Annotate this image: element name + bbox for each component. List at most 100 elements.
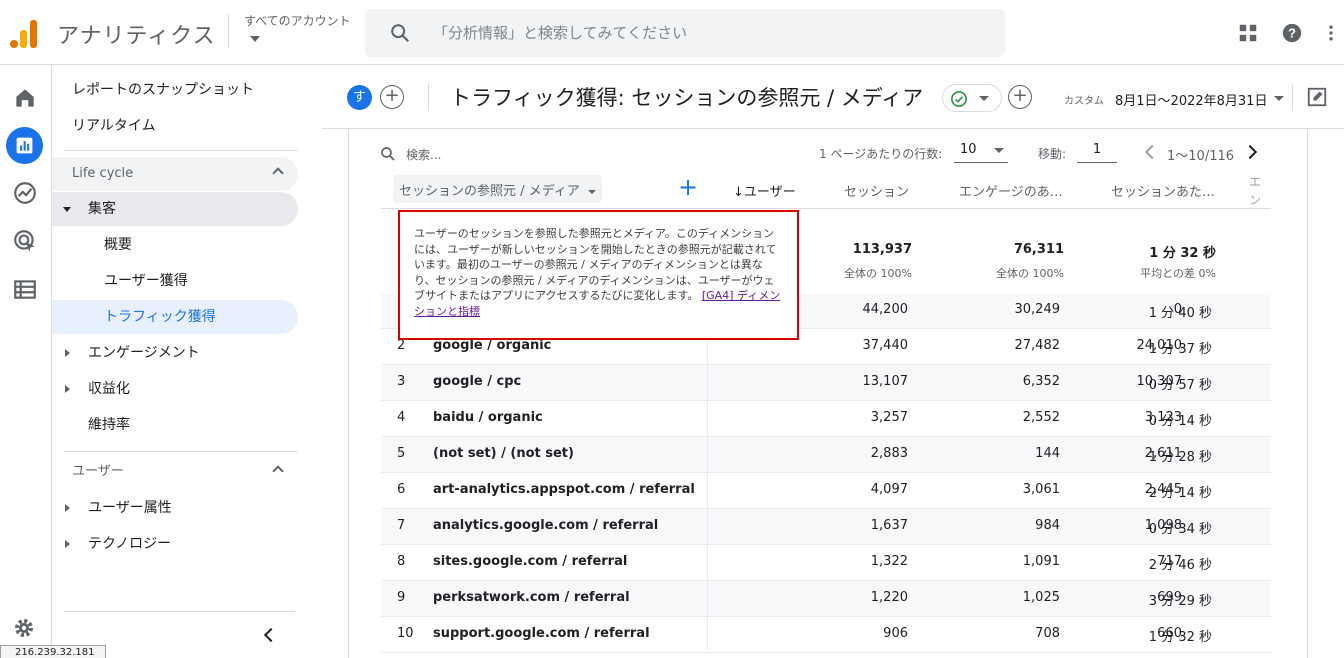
advertising-icon[interactable] (12, 228, 38, 254)
row-avg: 1 分 37 秒 (1148, 342, 1212, 357)
svg-text:?: ? (1288, 26, 1296, 41)
chevron-down-icon (994, 148, 1004, 153)
row-avg: 1 分 28 秒 (1148, 450, 1212, 465)
row-source[interactable]: google / cpc (433, 374, 521, 389)
row-avg: 1 分 40 秒 (1148, 306, 1212, 321)
table-row[interactable]: 7 analytics.google.com / referral 1,098 1,6… (381, 509, 1271, 545)
nav-item-retention[interactable]: 維持率 (52, 408, 298, 442)
date-range-picker[interactable]: 8月1日～2022年8月31日 (1115, 90, 1267, 109)
nav-item-label: 維持率 (88, 417, 130, 433)
nav-item-user-acquisition[interactable]: ユーザー獲得 (52, 264, 298, 298)
table-row[interactable]: 3 google / cpc 10,307 13,107 6,352 0 分 57 秒 (381, 365, 1271, 401)
next-page-icon[interactable] (1242, 144, 1258, 160)
row-engaged: 984 (1035, 518, 1060, 533)
add-comparison-icon[interactable]: + (380, 85, 404, 109)
table-row[interactable]: 8 sites.google.com / referral 717 1,322 1,09… (381, 545, 1271, 581)
row-sessions: 3,257 (870, 410, 908, 425)
table-row[interactable]: 5 (not set) / (not set) 2,611 2,883 144 1 分 2… (381, 437, 1271, 473)
row-source[interactable]: (not set) / (not set) (433, 446, 574, 461)
row-index: 4 (397, 410, 406, 425)
dimension-selector[interactable]: セッションの参照元 / メディア (393, 175, 602, 203)
nav-item-monetization[interactable]: 収益化 (52, 372, 298, 406)
col-engaged-sessions[interactable]: エンゲージのあ… (959, 181, 1063, 200)
row-source[interactable]: google / organic (433, 338, 551, 353)
row-source[interactable]: sites.google.com / referral (433, 554, 627, 569)
row-avg: 0 分 14 秒 (1148, 414, 1212, 429)
data-table-card: 検索... 1 ページあたりの行数: 10 移動: 1 1～10/116 セッシ… (348, 129, 1308, 658)
row-source[interactable]: support.google.com / referral (433, 626, 650, 641)
reports-nav-active[interactable] (6, 127, 43, 164)
nav-item-label: 概要 (104, 237, 132, 253)
comparison-avatar[interactable]: す (347, 85, 372, 110)
row-engaged: 1,025 (1022, 590, 1060, 605)
rows-per-page-select[interactable]: 10 (954, 139, 1008, 163)
divider (428, 83, 429, 111)
apps-grid-icon[interactable] (1237, 22, 1259, 44)
caret-down-icon (63, 207, 71, 212)
row-source[interactable]: art-analytics.appspot.com / referral (433, 482, 695, 497)
nav-item-overview[interactable]: 概要 (52, 228, 298, 262)
analytics-logo[interactable] (10, 18, 38, 48)
gear-icon[interactable] (12, 616, 36, 640)
col-more[interactable]: エン ユー (1249, 173, 1271, 209)
chevron-down-icon (587, 189, 596, 194)
rows-per-page-value: 10 (960, 142, 977, 157)
more-vert-icon[interactable] (1321, 22, 1341, 44)
configure-list-icon[interactable] (12, 276, 38, 302)
search-bar[interactable]: 「分析情報」と検索してみてください (365, 9, 1005, 57)
explore-icon[interactable] (12, 180, 38, 206)
status-badge[interactable] (942, 84, 1002, 112)
section-user[interactable]: ユーザー (52, 455, 298, 489)
col-avg-duration[interactable]: セッションあた… (1111, 181, 1215, 200)
row-source[interactable]: baidu / organic (433, 410, 543, 425)
prev-page-icon[interactable] (1144, 144, 1160, 160)
nav-item-acquisition[interactable]: 集客 (52, 192, 298, 226)
chevron-down-icon (979, 96, 989, 101)
nav-item-demographics[interactable]: ユーザー属性 (52, 491, 298, 525)
account-label[interactable]: すべてのアカウント (244, 12, 351, 29)
report-nav: レポートのスナップショット リアルタイム Life cycle 集客 概要 ユー… (52, 65, 322, 658)
nav-item-realtime[interactable]: リアルタイム (52, 109, 298, 143)
row-sessions: 2,883 (870, 446, 908, 461)
nav-item-label: トラフィック獲得 (104, 309, 216, 325)
nav-divider (64, 451, 298, 452)
edit-report-icon[interactable] (1306, 86, 1328, 108)
report-header: す + トラフィック獲得: セッションの参照元 / メディア + カスタム 8月… (322, 65, 1344, 129)
row-sessions: 1,322 (870, 554, 908, 569)
table-body: 0 44,200 30,249 1 分 40 秒 2 google / organic 2… (381, 293, 1271, 653)
home-icon[interactable] (12, 85, 38, 111)
row-index: 3 (397, 374, 406, 389)
row-engaged: 6,352 (1022, 374, 1060, 389)
row-source[interactable]: analytics.google.com / referral (433, 518, 658, 533)
add-card-icon[interactable]: + (1008, 85, 1032, 109)
table-row[interactable]: 6 art-analytics.appspot.com / referral 2,4… (381, 473, 1271, 509)
row-index: 2 (397, 338, 406, 353)
total-sessions-share: 全体の 100% (844, 267, 912, 280)
row-sessions: 4,097 (870, 482, 908, 497)
goto-page-input[interactable]: 1 (1077, 139, 1117, 163)
table-row[interactable]: 10 support.google.com / referral 660 906 708… (381, 617, 1271, 653)
nav-item-engagement[interactable]: エンゲージメント (52, 336, 298, 370)
account-dropdown-icon[interactable] (250, 36, 260, 42)
section-lifecycle[interactable]: Life cycle (52, 157, 298, 191)
table-row[interactable]: 9 perksatwork.com / referral 699 1,220 1,025… (381, 581, 1271, 617)
add-dimension-icon[interactable]: + (678, 175, 698, 199)
row-sessions: 13,107 (862, 374, 909, 389)
app-title: アナリティクス (57, 24, 216, 49)
reports-icon (16, 137, 33, 154)
row-source[interactable]: perksatwork.com / referral (433, 590, 630, 605)
nav-item-snapshot[interactable]: レポートのスナップショット (52, 73, 298, 107)
col-sessions[interactable]: セッション (844, 181, 909, 200)
row-engaged: 2,552 (1022, 410, 1060, 425)
caret-right-icon (65, 540, 70, 548)
table-search-input[interactable]: 検索... (406, 146, 441, 163)
row-avg: 2 分 46 秒 (1148, 558, 1212, 573)
row-avg: 0 分 57 秒 (1148, 378, 1212, 393)
search-icon (381, 147, 395, 161)
table-row[interactable]: 4 baidu / organic 3,123 3,257 2,552 0 分 14 秒 (381, 401, 1271, 437)
col-users[interactable]: ↓ユーザー (733, 181, 796, 200)
help-icon[interactable]: ? (1281, 22, 1303, 44)
nav-item-traffic-acquisition[interactable]: トラフィック獲得 (52, 300, 298, 334)
date-dropdown-icon[interactable] (1274, 96, 1284, 101)
nav-item-technology[interactable]: テクノロジー (52, 527, 298, 561)
